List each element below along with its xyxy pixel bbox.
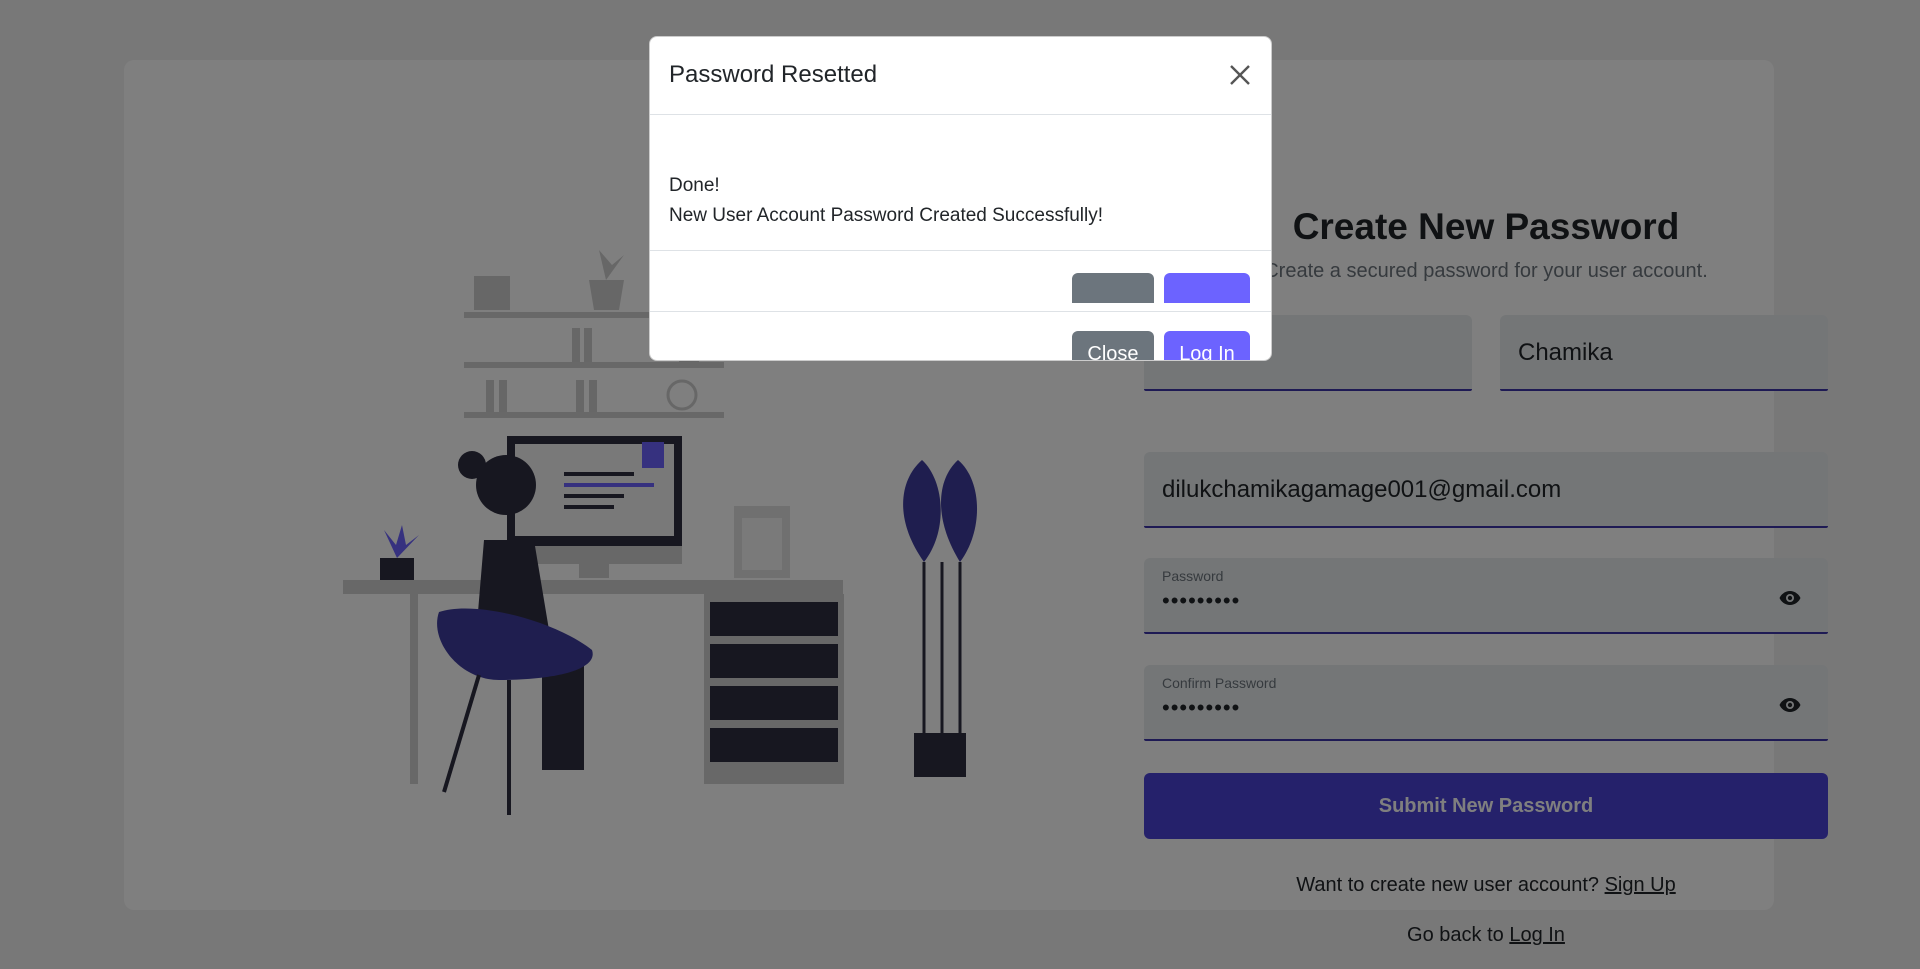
login-button[interactable]: Log In xyxy=(1164,331,1250,360)
password-reset-dialog: Password Resetted Done! New User Account… xyxy=(649,36,1272,361)
modal-message-text: New User Account Password Created Succes… xyxy=(669,205,1104,226)
modal-title: Password Resetted xyxy=(669,61,878,88)
modal-footer: Close Log In xyxy=(650,251,1271,360)
modal-header: Password Resetted xyxy=(650,37,1271,115)
close-icon[interactable] xyxy=(1227,62,1253,88)
modal-body: Done! New User Account Password Created … xyxy=(650,115,1271,251)
close-button[interactable]: Close xyxy=(1072,331,1154,360)
modal-message-title: Done! xyxy=(669,175,720,196)
